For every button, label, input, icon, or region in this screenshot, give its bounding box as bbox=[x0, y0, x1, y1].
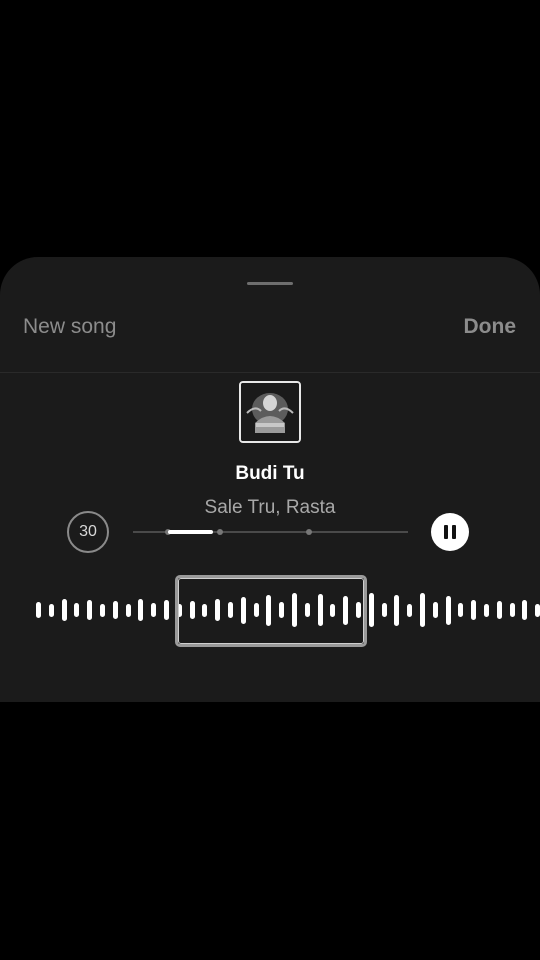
pause-icon bbox=[444, 525, 448, 539]
waveform-bar bbox=[369, 593, 374, 627]
waveform-bar bbox=[100, 603, 105, 617]
done-button[interactable]: Done bbox=[464, 315, 517, 339]
pause-button[interactable] bbox=[431, 513, 469, 551]
progress-fill bbox=[168, 530, 213, 534]
album-art-icon bbox=[239, 381, 301, 443]
waveform-bar bbox=[36, 602, 41, 618]
clip-duration-button[interactable]: 30 bbox=[67, 511, 109, 553]
waveform-bar bbox=[382, 603, 387, 617]
waveform-bar bbox=[113, 601, 118, 619]
clip-selection-inner bbox=[178, 578, 364, 644]
screen: New song Done Budi Tu Sale Tru, Rasta 30 bbox=[0, 0, 540, 960]
waveform-bar bbox=[446, 595, 451, 625]
waveform-bar bbox=[49, 603, 54, 617]
waveform-bar bbox=[74, 603, 79, 617]
waveform-bar bbox=[497, 601, 502, 619]
waveform-bar bbox=[394, 594, 399, 626]
waveform-bar bbox=[484, 603, 489, 617]
waveform-bar bbox=[407, 603, 412, 617]
waveform-bar bbox=[164, 600, 169, 620]
waveform-bar bbox=[458, 603, 463, 617]
music-picker-sheet: New song Done Budi Tu Sale Tru, Rasta 30 bbox=[0, 257, 540, 702]
sheet-grabber-handle[interactable] bbox=[247, 282, 293, 285]
waveform-bar bbox=[471, 600, 476, 620]
waveform-bar bbox=[138, 599, 143, 621]
waveform-bar bbox=[87, 600, 92, 620]
waveform-bar bbox=[510, 603, 515, 617]
waveform-bar bbox=[151, 603, 156, 617]
waveform-bar bbox=[420, 593, 425, 627]
waveform-bar bbox=[433, 602, 438, 618]
new-song-button[interactable]: New song bbox=[23, 315, 116, 339]
song-title: Budi Tu bbox=[235, 463, 305, 484]
playback-progress-bar[interactable] bbox=[133, 529, 408, 535]
waveform-bar bbox=[126, 603, 131, 617]
clip-selection-window[interactable] bbox=[175, 575, 367, 647]
waveform-bar bbox=[522, 600, 527, 620]
progress-marker-mid bbox=[306, 529, 312, 535]
header-divider bbox=[0, 372, 540, 373]
waveform-bar bbox=[62, 599, 67, 621]
waveform-bar bbox=[535, 603, 540, 617]
pause-icon-bar bbox=[452, 525, 456, 539]
progress-marker-end bbox=[217, 529, 223, 535]
